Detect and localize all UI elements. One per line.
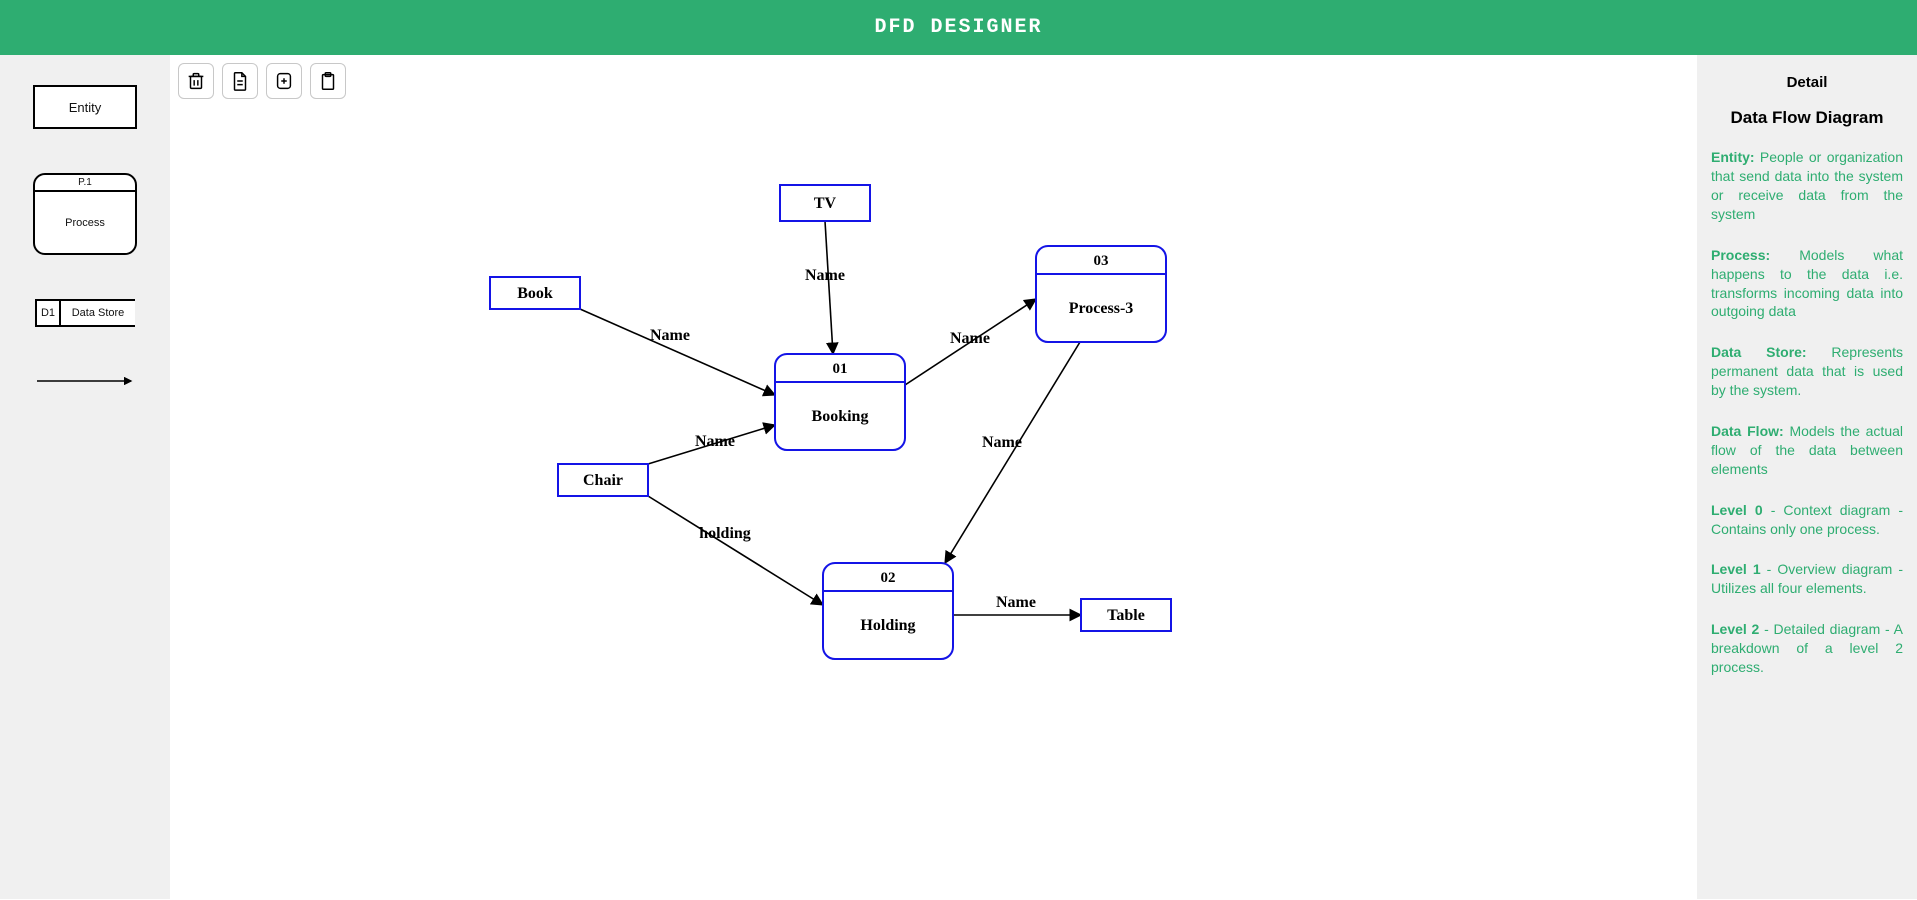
clipboard-button[interactable] [310, 63, 346, 99]
detail-entry-key: Level 2 [1711, 621, 1759, 637]
trash-icon [185, 70, 207, 92]
process-node[interactable]: 03 Process-3 [1036, 246, 1166, 342]
detail-title: Data Flow Diagram [1711, 107, 1903, 130]
palette-process[interactable]: P.1 Process [33, 173, 137, 255]
detail-entry-key: Entity: [1711, 149, 1755, 165]
clipboard-icon [317, 70, 339, 92]
main-frame: Entity P.1 Process D1 Data Store [0, 55, 1917, 899]
app-title: DFD DESIGNER [874, 16, 1042, 39]
detail-entry: Process: Models what happens to the data… [1711, 246, 1903, 322]
data-flow[interactable]: Name [905, 299, 1036, 385]
process-label: Holding [860, 617, 915, 634]
data-flow[interactable]: Name [945, 342, 1080, 563]
process-number: 03 [1094, 253, 1109, 269]
detail-heading: Detail [1711, 73, 1903, 93]
dfd-canvas-svg[interactable]: Name Name Name holding Name Name Name TV Book Ch… [170, 55, 1697, 899]
detail-entry-key: Level 0 [1711, 502, 1763, 518]
process-number: 02 [881, 570, 896, 586]
palette-datastore-label: Data Store [61, 301, 135, 325]
entity-label: Table [1107, 607, 1145, 624]
canvas[interactable]: Name Name Name holding Name Name Name TV Book Ch… [170, 55, 1697, 899]
entity-label: TV [814, 195, 837, 212]
data-flow[interactable]: Name [580, 309, 775, 395]
detail-panel: Detail Data Flow Diagram Entity: People … [1697, 55, 1917, 899]
flow-label: Name [950, 330, 990, 347]
palette-process-id: P.1 [35, 175, 135, 192]
detail-entry: Level 0 - Context diagram - Contains onl… [1711, 501, 1903, 539]
palette-entity[interactable]: Entity [33, 85, 137, 129]
app-header: DFD DESIGNER [0, 0, 1917, 55]
document-button[interactable] [222, 63, 258, 99]
palette-process-label: Process [65, 217, 105, 229]
detail-entry: Data Store: Represents permanent data th… [1711, 343, 1903, 400]
data-flow[interactable]: Name [648, 425, 775, 464]
detail-entry: Data Flow: Models the actual flow of the… [1711, 422, 1903, 479]
flow-label: holding [699, 525, 751, 542]
flow-label: Name [982, 434, 1022, 451]
palette-datastore[interactable]: D1 Data Store [35, 299, 135, 327]
detail-entry: Level 1 - Overview diagram - Utilizes al… [1711, 560, 1903, 598]
canvas-toolbar [178, 63, 346, 99]
process-number: 01 [833, 361, 848, 377]
entity-node[interactable]: Book [490, 277, 580, 309]
flow-label: Name [650, 327, 690, 344]
process-node[interactable]: 01 Booking [775, 354, 905, 450]
shape-palette: Entity P.1 Process D1 Data Store [0, 55, 170, 899]
detail-entry: Entity: People or organization that send… [1711, 148, 1903, 224]
palette-entity-label: Entity [69, 100, 102, 115]
add-page-icon [273, 70, 295, 92]
flow-label: Name [996, 594, 1036, 611]
detail-entry-key: Data Store: [1711, 344, 1807, 360]
process-label: Process-3 [1069, 300, 1134, 317]
data-flow[interactable]: Name [805, 221, 845, 354]
entity-node[interactable]: TV [780, 185, 870, 221]
add-page-button[interactable] [266, 63, 302, 99]
palette-dataflow[interactable] [35, 371, 135, 391]
delete-button[interactable] [178, 63, 214, 99]
entity-label: Chair [583, 472, 623, 489]
flow-label: Name [695, 433, 735, 450]
palette-datastore-id: D1 [35, 301, 61, 325]
detail-entry-key: Level 1 [1711, 561, 1761, 577]
arrow-icon [35, 371, 135, 391]
process-node[interactable]: 02 Holding [823, 563, 953, 659]
detail-entry: Level 2 - Detailed diagram - A breakdown… [1711, 620, 1903, 677]
entity-node[interactable]: Table [1081, 599, 1171, 631]
data-flow[interactable]: holding [648, 496, 823, 605]
detail-entry-key: Process: [1711, 247, 1770, 263]
document-icon [229, 70, 251, 92]
entity-label: Book [517, 285, 553, 302]
detail-entry-key: Data Flow: [1711, 423, 1784, 439]
flow-label: Name [805, 267, 845, 284]
entity-node[interactable]: Chair [558, 464, 648, 496]
data-flow[interactable]: Name [953, 594, 1081, 615]
process-label: Booking [812, 408, 869, 425]
